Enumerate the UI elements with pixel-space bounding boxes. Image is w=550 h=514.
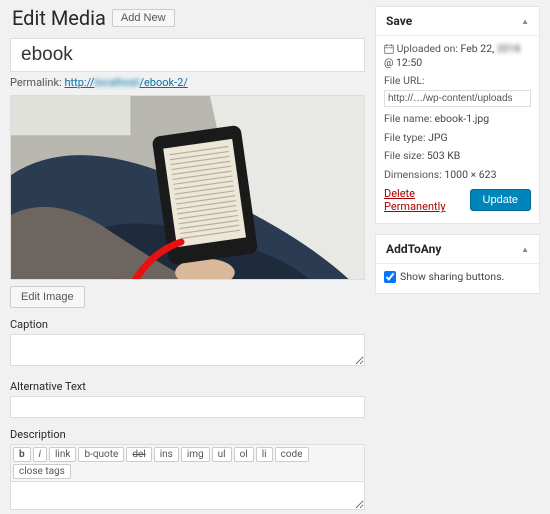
file-name-label: File name: <box>384 112 432 125</box>
quicktag-ul[interactable]: ul <box>212 447 232 462</box>
dimensions-label: Dimensions: <box>384 168 442 181</box>
caption-textarea[interactable] <box>10 334 365 366</box>
quicktag-li[interactable]: li <box>256 447 273 462</box>
file-url-label: File URL: <box>384 74 531 88</box>
caption-label: Caption <box>10 318 365 331</box>
alt-text-label: Alternative Text <box>10 380 365 393</box>
dimensions-value: 1000 × 623 <box>444 168 496 181</box>
add-new-button[interactable]: Add New <box>112 9 175 27</box>
addtoany-panel-header[interactable]: AddToAny ▲ <box>376 235 539 264</box>
file-name-value: ebook-1.jpg <box>435 112 490 125</box>
file-size-label: File size: <box>384 149 424 162</box>
file-type-label: File type: <box>384 131 426 144</box>
quicktag-code[interactable]: code <box>275 447 309 462</box>
save-panel-header[interactable]: Save ▲ <box>376 7 539 36</box>
media-title-input[interactable] <box>10 38 365 72</box>
description-textarea[interactable] <box>10 482 365 510</box>
uploaded-on-label: Uploaded on: <box>397 42 458 55</box>
quicktag-ins[interactable]: ins <box>154 447 179 462</box>
quicktag-b[interactable]: b <box>13 447 31 462</box>
permalink-link[interactable]: http://localhost/ebook-2/ <box>64 76 187 89</box>
permalink-label: Permalink: <box>10 76 62 89</box>
alt-text-input[interactable] <box>10 396 365 418</box>
quicktag-ol[interactable]: ol <box>234 447 254 462</box>
file-type-value: JPG <box>428 131 448 144</box>
page-title: Edit Media <box>12 6 106 30</box>
quicktag-link[interactable]: link <box>49 447 76 462</box>
calendar-icon <box>384 44 394 54</box>
save-panel-title: Save <box>386 14 412 28</box>
collapse-icon: ▲ <box>521 245 529 254</box>
save-panel: Save ▲ Uploaded on: Feb 22, 2018 @ 12:50… <box>375 6 540 224</box>
description-label: Description <box>10 428 365 441</box>
file-size-value: 503 KB <box>427 149 460 162</box>
file-url-input[interactable] <box>384 90 531 107</box>
update-button[interactable]: Update <box>470 189 531 211</box>
edit-image-button[interactable]: Edit Image <box>10 286 85 308</box>
addtoany-panel-title: AddToAny <box>386 242 441 256</box>
quicktags-toolbar: bilinkb-quotedelinsimgulollicode close ta… <box>10 444 365 482</box>
quicktag-b-quote[interactable]: b-quote <box>78 447 124 462</box>
show-sharing-label: Show sharing buttons. <box>400 270 504 283</box>
quicktag-close-tags[interactable]: close tags <box>13 464 71 479</box>
media-preview-image <box>10 95 365 280</box>
addtoany-panel: AddToAny ▲ Show sharing buttons. <box>375 234 540 294</box>
delete-permanently-link[interactable]: Delete Permanently <box>384 187 470 213</box>
quicktag-img[interactable]: img <box>181 447 210 462</box>
show-sharing-checkbox[interactable] <box>384 271 396 283</box>
quicktag-i[interactable]: i <box>33 447 47 462</box>
collapse-icon: ▲ <box>521 17 529 26</box>
permalink-row: Permalink: http://localhost/ebook-2/ <box>10 76 365 89</box>
quicktag-del[interactable]: del <box>126 447 151 462</box>
